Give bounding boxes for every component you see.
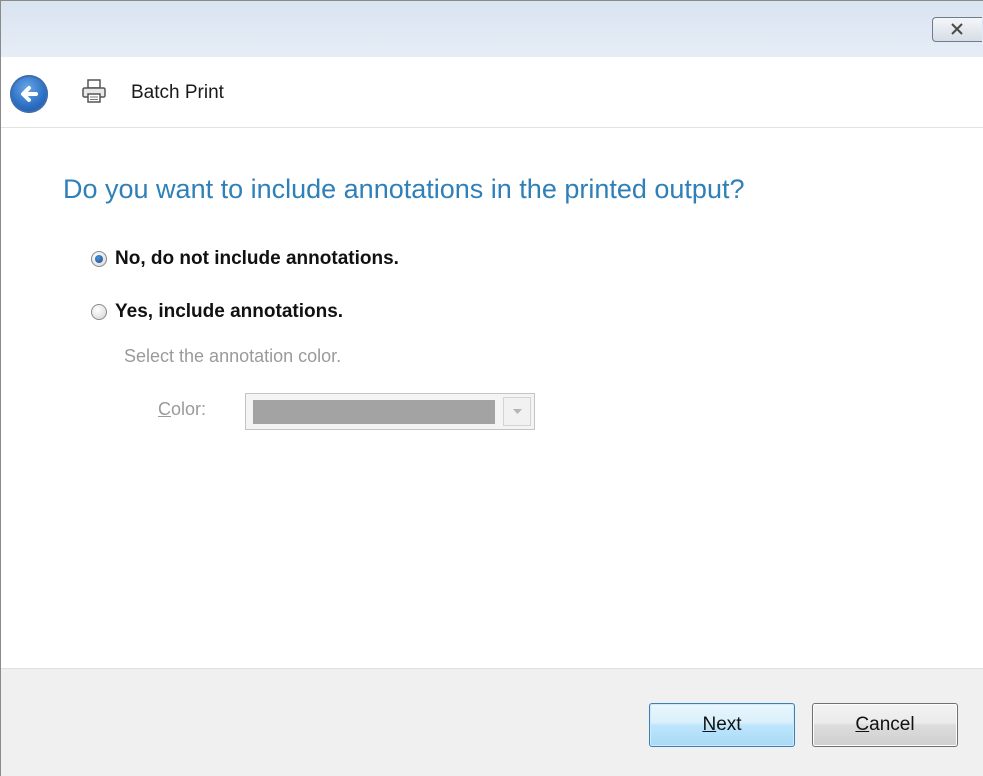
back-arrow-icon [21,86,38,102]
printer-icon [82,79,106,103]
wizard-footer: Next Cancel [1,668,983,776]
color-hint-text: Select the annotation color. [124,346,342,366]
color-label-accelerator: C [158,399,171,419]
color-dropdown[interactable] [245,393,535,430]
color-label: Color: [158,399,206,420]
radio-no-annotations[interactable] [91,251,107,267]
dropdown-button[interactable] [503,397,531,426]
close-icon [951,23,963,35]
next-button-accelerator: N [702,714,717,735]
next-button[interactable]: Next [649,703,795,747]
back-button[interactable] [10,75,48,113]
title-bar [1,1,983,57]
option-include-annotations-label: Yes, include annotations. [115,301,344,322]
cancel-button[interactable]: Cancel [812,703,958,747]
dialog-title: Batch Print [131,82,224,103]
option-no-annotations-label: No, do not include annotations. [115,248,399,269]
close-button[interactable] [932,17,982,42]
wizard-content: Do you want to include annotations in th… [1,128,983,668]
cancel-button-label: ancel [869,714,915,735]
wizard-header: Batch Print [1,57,983,128]
batch-print-dialog: Batch Print Do you want to include annot… [0,0,983,776]
color-label-rest: olor: [171,399,207,419]
chevron-down-icon [513,409,522,414]
page-heading: Do you want to include annotations in th… [63,174,745,204]
option-no-annotations[interactable]: No, do not include annotations. [91,248,399,270]
radio-include-annotations[interactable] [91,304,107,320]
cancel-button-accelerator: C [855,714,870,735]
next-button-label: ext [716,714,742,735]
color-swatch [253,400,495,424]
option-include-annotations[interactable]: Yes, include annotations. [91,301,343,323]
